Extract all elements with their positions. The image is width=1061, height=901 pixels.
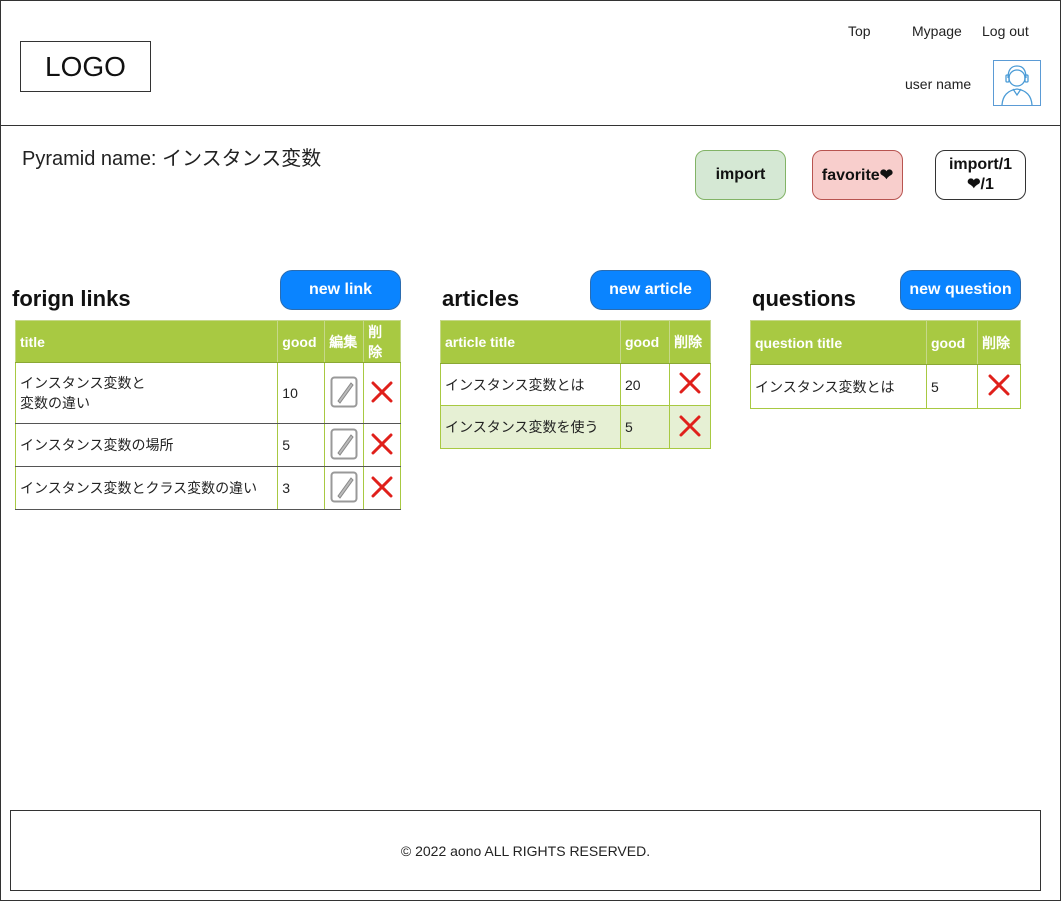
pyramid-title: Pyramid name: インスタンス変数 [22,142,321,171]
pencil-icon[interactable] [330,428,358,460]
pencil-icon[interactable] [330,471,358,503]
x-icon[interactable] [678,371,702,395]
delete-cell [363,362,401,424]
x-icon[interactable] [678,414,702,438]
x-icon[interactable] [370,475,394,499]
column-header: good [277,320,326,363]
import-favorite-counts: import/1 ❤/1 [935,150,1026,200]
logo[interactable]: LOGO [20,41,151,92]
column-header: good [926,320,978,365]
link-title-cell[interactable]: インスタンス変数の場所 [14,423,279,467]
pyramid-name: インスタンス変数 [162,148,322,170]
copyright-text: © 2022 aono ALL RIGHTS RESERVED. [400,842,651,859]
good-count: 5 [277,423,326,467]
pencil-icon[interactable] [330,376,358,408]
edit-cell [324,362,365,424]
edit-cell [324,466,365,510]
links-table: title good 編集 削除 インスタンス変数と 変数の違い 10 インスタ… [14,320,401,510]
good-count: 20 [620,363,670,406]
header-divider [0,125,1061,126]
favorite-count: ❤/1 [967,176,994,193]
delete-cell [363,466,401,510]
table-row: インスタンス変数とは 5 [750,364,1021,409]
link-title-cell[interactable]: インスタンス変数とクラス変数の違い [14,466,279,510]
x-icon[interactable] [370,380,394,404]
questions-table: question title good 削除 インスタンス変数とは 5 [750,320,1021,409]
good-count: 5 [620,405,670,449]
good-count: 5 [926,364,978,409]
link-title-line: インスタンス変数と [20,375,146,391]
good-count: 10 [277,362,326,424]
favorite-button[interactable]: favorite❤ [812,150,903,200]
table-row: インスタンス変数を使う 5 [440,405,711,449]
delete-cell [363,423,401,467]
nav-mypage-link[interactable]: Mypage [912,23,962,39]
article-title-cell[interactable]: インスタンス変数とは [440,363,621,406]
table-row: インスタンス変数とは 20 [440,363,711,406]
table-row: インスタンス変数と 変数の違い 10 [14,362,401,424]
nav-logout-link[interactable]: Log out [982,23,1029,39]
pyramid-name-label: Pyramid name: [22,148,157,170]
questions-section-title: questions [752,286,856,311]
links-section-title: forign links [12,286,131,311]
edit-cell [324,423,365,467]
column-header: 削除 [977,320,1021,365]
x-icon[interactable] [987,373,1011,397]
link-title-line: 変数の違い [20,395,90,411]
new-question-button[interactable]: new question [900,270,1021,310]
good-count: 3 [277,466,326,510]
new-article-button[interactable]: new article [590,270,711,310]
link-title-cell[interactable]: インスタンス変数と 変数の違い [14,362,279,424]
articles-table: article title good 削除 インスタンス変数とは 20 インスタ… [440,320,711,449]
import-count: import/1 [948,156,1013,173]
table-row: インスタンス変数の場所 5 [14,423,401,467]
user-avatar-icon[interactable] [993,60,1041,106]
x-icon[interactable] [370,432,394,456]
column-header: 削除 [669,320,711,364]
column-header: good [620,320,670,364]
delete-cell [669,363,711,406]
column-header: article title [440,320,621,364]
articles-section-title: articles [442,286,520,311]
delete-cell [977,364,1021,409]
column-header: 編集 [324,320,365,363]
nav-top-link[interactable]: Top [848,23,871,39]
article-title-cell[interactable]: インスタンス変数を使う [440,405,621,449]
question-title-cell[interactable]: インスタンス変数とは [750,364,927,409]
column-header: 削除 [363,320,401,363]
user-name: user name [905,76,972,92]
import-button[interactable]: import [695,150,786,200]
new-link-button[interactable]: new link [280,270,401,310]
table-row: インスタンス変数とクラス変数の違い 3 [14,466,401,510]
column-header: question title [750,320,927,365]
column-header: title [14,320,279,363]
delete-cell [669,405,711,449]
footer: © 2022 aono ALL RIGHTS RESERVED. [10,810,1041,891]
